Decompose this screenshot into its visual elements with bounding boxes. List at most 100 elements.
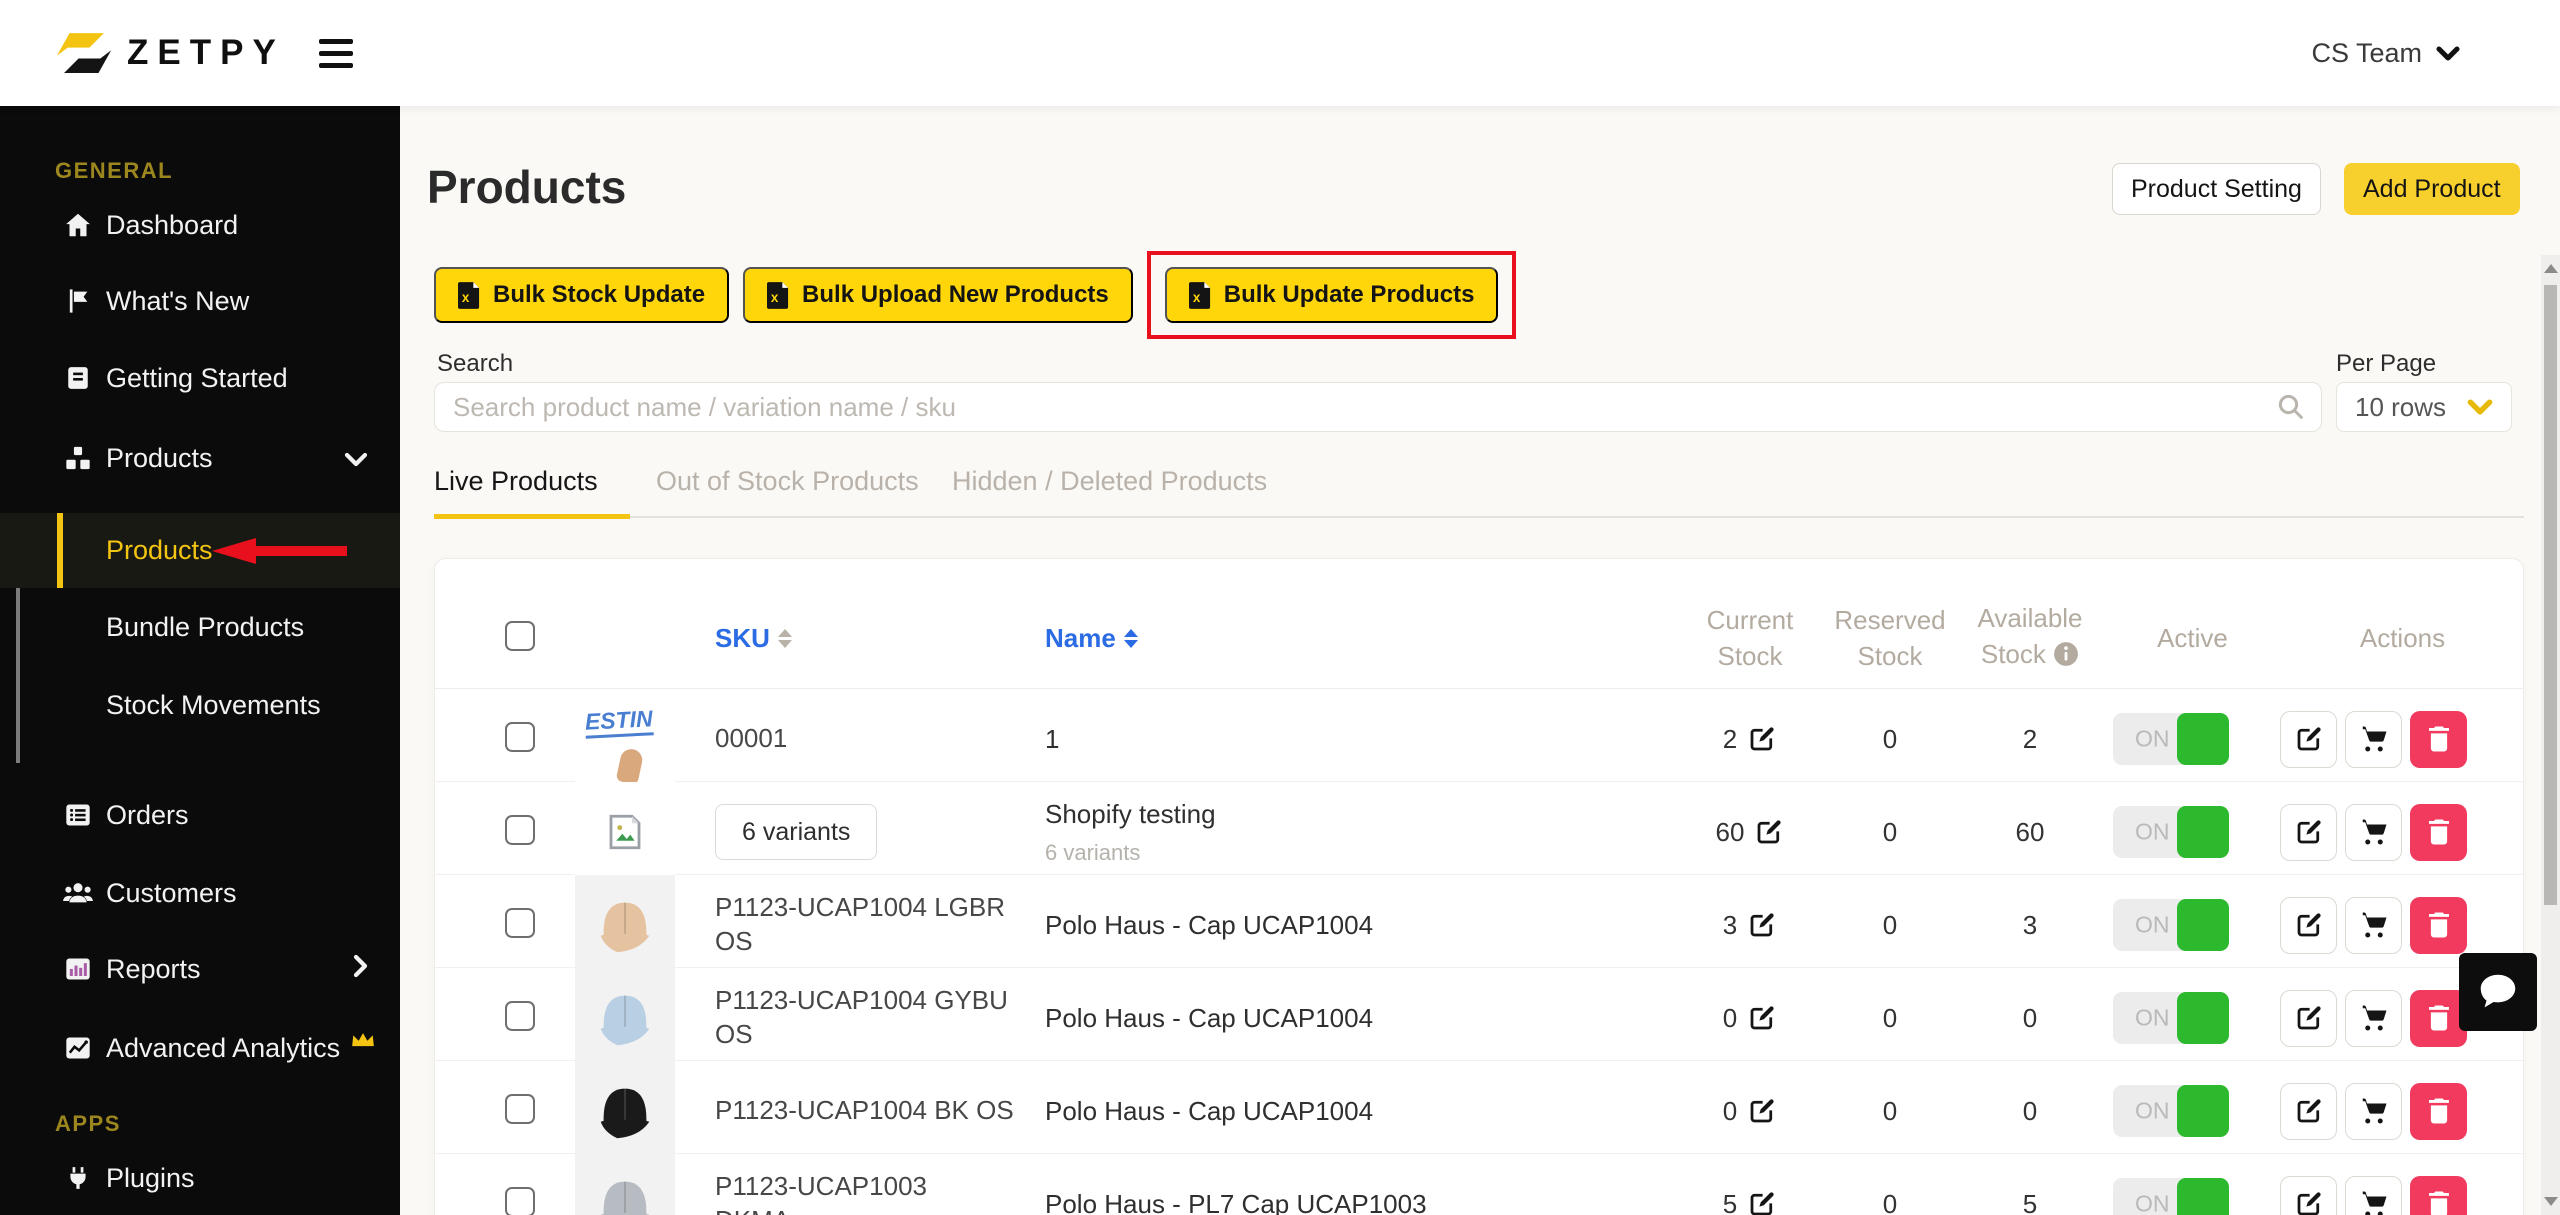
trash-icon: [2428, 1005, 2449, 1031]
cart-button[interactable]: [2345, 803, 2402, 861]
sort-icon[interactable]: [777, 629, 792, 648]
chat-widget-button[interactable]: [2459, 953, 2537, 1031]
current-stock-cell: 0: [1675, 1003, 1825, 1034]
sidebar-item-advanced-analytics[interactable]: Advanced Analytics: [0, 1020, 400, 1076]
tab-hidden-deleted-products[interactable]: Hidden / Deleted Products: [952, 466, 1267, 497]
actions-cell: [2280, 1175, 2523, 1215]
available-stock-cell: 0: [2022, 1095, 2038, 1126]
current-stock-cell: 5: [1675, 1189, 1825, 1215]
cart-button[interactable]: [2345, 1175, 2402, 1215]
cart-button[interactable]: [2345, 710, 2402, 768]
per-page-value: 10 rows: [2355, 391, 2447, 422]
row-checkbox[interactable]: [505, 1000, 535, 1031]
sidebar-subitem-products-active[interactable]: Products: [0, 513, 400, 588]
bulk-stock-update-button[interactable]: x Bulk Stock Update: [434, 267, 730, 323]
column-header-available-stock: Available Stock: [1955, 601, 2105, 675]
scrollbar-thumb[interactable]: [2544, 285, 2557, 905]
user-menu[interactable]: CS Team: [2311, 0, 2460, 106]
sidebar-subitem-stock-movements[interactable]: Stock Movements: [0, 677, 400, 733]
delete-product-button[interactable]: [2410, 710, 2467, 768]
products-table-card: SKU Name Current Stock Reserved Stock Av…: [434, 558, 2524, 1215]
pencil-square-icon: [2297, 727, 2321, 751]
excel-file-icon: x: [1188, 281, 1210, 309]
product-name: 1: [1045, 723, 1060, 754]
sidebar-item-plugins[interactable]: Plugins: [0, 1150, 400, 1206]
row-checkbox[interactable]: [505, 814, 535, 845]
sidebar-item-dashboard[interactable]: Dashboard: [0, 197, 400, 253]
zetpy-logo[interactable]: ZETPY: [55, 30, 285, 76]
product-image-cap: [575, 1061, 675, 1161]
search-input[interactable]: [434, 382, 2322, 432]
edit-stock-icon[interactable]: [1747, 1096, 1777, 1126]
per-page-select[interactable]: 10 rows: [2336, 382, 2512, 432]
sidebar-item-reports[interactable]: Reports: [0, 941, 400, 997]
tab-out-of-stock-products[interactable]: Out of Stock Products: [656, 466, 919, 497]
per-page-label: Per Page: [2336, 350, 2437, 377]
sidebar-item-products[interactable]: Products: [0, 430, 400, 486]
chevron-right-icon: [353, 954, 368, 985]
active-toggle[interactable]: ON: [2113, 899, 2229, 951]
tab-live-products[interactable]: Live Products: [434, 466, 598, 497]
active-toggle[interactable]: ON: [2113, 1178, 2229, 1215]
delete-product-button[interactable]: [2410, 1175, 2467, 1215]
edit-product-button[interactable]: [2280, 1082, 2337, 1140]
row-checkbox[interactable]: [505, 1093, 535, 1124]
edit-stock-icon[interactable]: [1747, 724, 1777, 754]
bulk-upload-new-products-button[interactable]: x Bulk Upload New Products: [743, 267, 1133, 323]
cart-icon: [2362, 1005, 2386, 1031]
active-toggle[interactable]: ON: [2113, 1085, 2229, 1137]
variants-button[interactable]: 6 variants: [715, 804, 878, 860]
product-sku: P1123-UCAP1004 GYBU OS: [715, 985, 1008, 1049]
cart-button[interactable]: [2345, 896, 2402, 954]
product-name: Polo Haus - PL7 Cap UCAP1003: [1045, 1188, 1427, 1215]
cart-button[interactable]: [2345, 1082, 2402, 1140]
search-field: [434, 382, 2322, 432]
product-image-broken: [575, 782, 675, 882]
scroll-down-arrow[interactable]: [2544, 1197, 2558, 1206]
active-toggle[interactable]: ON: [2113, 806, 2229, 858]
active-toggle[interactable]: ON: [2113, 992, 2229, 1044]
hamburger-menu-icon[interactable]: [318, 38, 353, 68]
active-toggle[interactable]: ON: [2113, 713, 2229, 765]
delete-product-button[interactable]: [2410, 803, 2467, 861]
edit-product-button[interactable]: [2280, 896, 2337, 954]
row-checkbox[interactable]: [505, 721, 535, 752]
edit-product-button[interactable]: [2280, 710, 2337, 768]
edit-product-button[interactable]: [2280, 1175, 2337, 1215]
scroll-up-arrow[interactable]: [2544, 264, 2558, 273]
bulk-update-products-button[interactable]: x Bulk Update Products: [1164, 267, 1499, 323]
sidebar-item-customers[interactable]: Customers: [0, 865, 400, 921]
delete-product-button[interactable]: [2410, 896, 2467, 954]
edit-product-button[interactable]: [2280, 989, 2337, 1047]
search-icon[interactable]: [2276, 392, 2306, 427]
cart-button[interactable]: [2345, 989, 2402, 1047]
column-header-sku[interactable]: SKU: [715, 623, 1045, 654]
chevron-down-icon: [2436, 45, 2460, 61]
sidebar-item-getting-started[interactable]: Getting Started: [0, 350, 400, 406]
sidebar-subitem-bundle-products[interactable]: Bundle Products: [0, 599, 400, 655]
sidebar-item-whats-new[interactable]: What's New: [0, 273, 400, 329]
column-header-name[interactable]: Name: [1045, 623, 1675, 654]
add-product-button[interactable]: Add Product: [2344, 163, 2520, 215]
edit-stock-icon[interactable]: [1754, 817, 1784, 847]
table-row: P1123-UCAP1004 BK OS Polo Haus - Cap UCA…: [435, 1061, 2523, 1161]
delete-product-button[interactable]: [2410, 1082, 2467, 1140]
edit-product-button[interactable]: [2280, 803, 2337, 861]
trash-icon: [2428, 1098, 2449, 1124]
product-setting-button[interactable]: Product Setting: [2112, 163, 2321, 215]
edit-stock-icon[interactable]: [1747, 1003, 1777, 1033]
select-all-checkbox[interactable]: [505, 621, 535, 651]
line-chart-icon: [60, 1034, 96, 1062]
sort-icon[interactable]: [1123, 629, 1138, 648]
sidebar-item-orders[interactable]: Orders: [0, 787, 400, 843]
available-stock-cell: 0: [2022, 1002, 2038, 1033]
page-scrollbar[interactable]: [2541, 255, 2560, 1215]
pencil-square-icon: [2297, 1006, 2321, 1030]
row-checkbox[interactable]: [505, 907, 535, 938]
info-icon[interactable]: [2053, 641, 2079, 676]
tabs-underline: [434, 516, 2524, 518]
row-checkbox[interactable]: [505, 1186, 535, 1215]
edit-stock-icon[interactable]: [1747, 910, 1777, 940]
search-label: Search: [437, 350, 514, 377]
edit-stock-icon[interactable]: [1747, 1189, 1777, 1215]
